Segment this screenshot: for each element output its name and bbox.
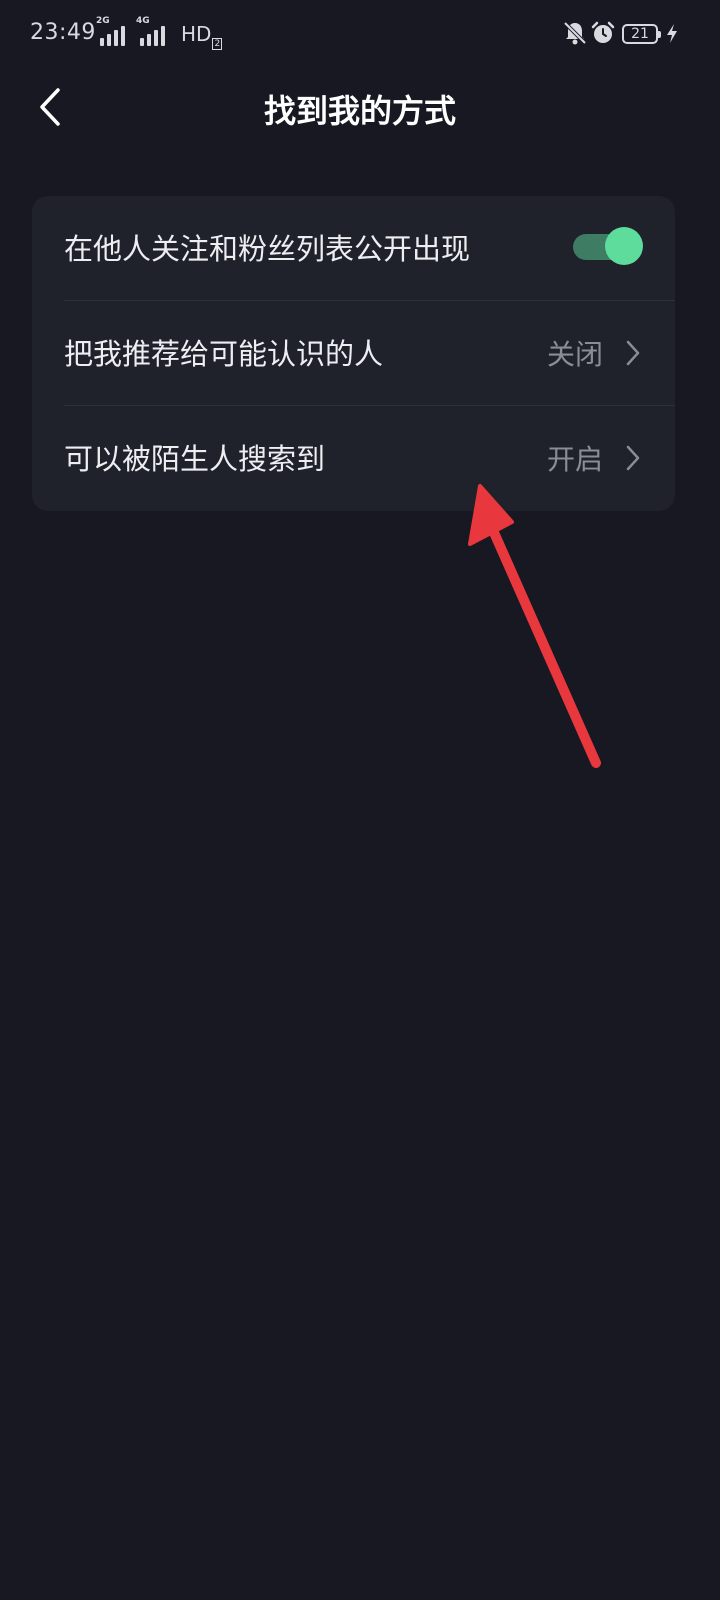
status-time: 23:49 (30, 20, 96, 45)
annotation-arrow-icon (468, 484, 601, 768)
setting-label: 把我推荐给可能认识的人 (64, 337, 384, 371)
toggle-knob (605, 227, 643, 265)
setting-label: 可以被陌生人搜索到 (64, 442, 326, 476)
public-in-lists-toggle[interactable] (573, 226, 643, 266)
signal-strength-icon: 2G (96, 16, 125, 46)
mute-bell-icon (563, 21, 587, 45)
header: 找到我的方式 (0, 72, 720, 142)
setting-row-public-in-lists[interactable]: 在他人关注和粉丝列表公开出现 (32, 196, 675, 301)
network-type-label: 2G (96, 16, 110, 26)
setting-value: 关闭 (546, 338, 603, 371)
battery-icon: 21 (622, 24, 661, 44)
setting-value: 开启 (546, 443, 603, 476)
chevron-right-icon (626, 445, 640, 471)
alarm-icon (591, 21, 615, 43)
charging-icon (667, 24, 677, 43)
setting-label: 在他人关注和粉丝列表公开出现 (64, 232, 471, 266)
setting-row-recommend-me[interactable]: 把我推荐给可能认识的人 关闭 (32, 301, 675, 406)
signal-strength-icon: 4G (136, 16, 165, 46)
status-bar: 23:49 2G 4G HD 2 21 (0, 0, 720, 72)
chevron-right-icon (626, 340, 640, 366)
settings-card: 在他人关注和粉丝列表公开出现 把我推荐给可能认识的人 关闭 可以被陌生人搜索到 … (32, 196, 675, 511)
hd-indicator: HD 2 (181, 22, 223, 50)
network-type-label: 4G (136, 16, 150, 26)
page-title: 找到我的方式 (263, 92, 456, 130)
